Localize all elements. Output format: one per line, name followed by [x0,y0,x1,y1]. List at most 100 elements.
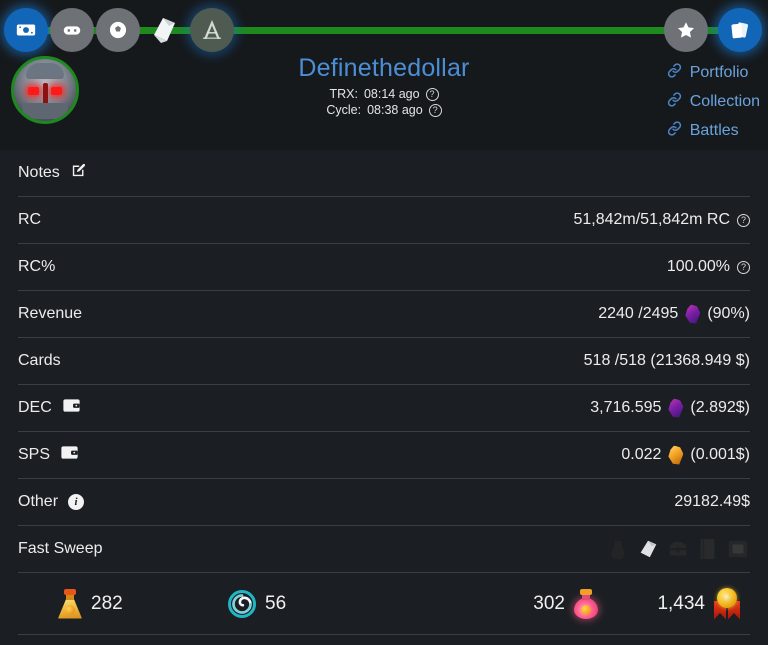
dec-usd: (2.892$) [690,399,750,416]
rc-help-icon[interactable]: ? [737,213,750,227]
link-portfolio[interactable]: Portfolio [666,62,760,84]
cards-label: Cards [18,352,61,369]
ball-gear-icon[interactable] [96,8,140,52]
dec-gem-icon [685,304,701,324]
header-links: Portfolio Collection Battles [666,62,760,149]
row-value: 0.022 (0.001$) [621,445,750,465]
medal-icon [714,587,740,620]
row-value: 29182.49$ [674,493,750,511]
link-battles[interactable]: Battles [666,120,760,142]
row-value: 2240 /2495 (90%) [598,304,750,324]
row-other: Other i 29182.49$ [18,479,750,526]
revenue-percent: (90%) [707,305,750,322]
avatar-plate [26,63,64,79]
sweep-frame-icon[interactable] [726,537,750,561]
row-value: 518 /518 (21368.949 $) [584,352,750,370]
cycle-value: 08:38 ago [367,103,423,117]
row-label: Revenue [18,305,82,323]
info-icon[interactable]: i [68,494,85,510]
link-icon [666,62,683,84]
trx-value: 08:14 ago [363,87,420,101]
link-icon [666,91,683,113]
sweep-pack-icon[interactable] [636,537,660,561]
trx-help-icon[interactable]: ? [425,87,439,101]
page-header: Definethedollar TRX: 08:14 ago ? Cycle: … [0,0,768,150]
sps-gem-icon [668,445,684,465]
cards-icon[interactable] [718,8,762,52]
energy-spiral-icon [228,589,256,618]
sweep-chest-icon[interactable] [666,537,690,561]
dec-gem-icon [668,398,684,418]
card-pack-icon[interactable] [142,8,186,52]
other-label: Other [18,493,59,510]
row-label: Other i [18,493,85,511]
revenue-label: Revenue [18,305,83,322]
sweep-potion-icon[interactable] [606,537,630,561]
pink-potion-icon [574,588,598,619]
row-label: Notes [18,162,87,184]
sps-label: SPS [18,446,51,463]
trx-label: TRX: [329,87,358,101]
stat-legendary-potion[interactable]: 282 [18,588,228,619]
top-nav-strip [0,6,768,54]
dec-value: 3,716.595 [590,399,662,416]
edit-pencil-icon[interactable] [70,162,87,184]
rc-label: RC [18,211,42,228]
wallet-icon[interactable] [62,397,81,419]
page-title[interactable]: Definethedollar [298,54,469,83]
row-rc: RC 51,842m/51,842m RC ? [18,197,750,244]
stat-value: 56 [265,592,287,614]
fast-sweep-icons [606,537,750,561]
row-revenue: Revenue 2240 /2495 (90%) [18,291,750,338]
money-card-icon[interactable] [4,8,48,52]
rc-percent-value: 100.00% [666,258,730,275]
row-cards: Cards 518 /518 (21368.949 $) [18,338,750,385]
stat-value: 282 [91,592,123,614]
stat-value: 1,434 [657,592,705,614]
row-fast-sweep: Fast Sweep [18,526,750,573]
sps-usd: (0.001$) [690,446,750,463]
dec-label: DEC [18,399,52,416]
row-label: SPS [18,444,79,466]
trx-line: TRX: 08:14 ago ? [0,87,768,101]
row-dec: DEC 3,716.595 (2.892$) [18,385,750,432]
cycle-label: Cycle: [326,103,362,117]
other-value: 29182.49$ [674,493,750,510]
row-rc-percent: RC% 100.00% ? [18,244,750,291]
link-label: Battles [689,122,739,139]
gamepad-icon[interactable] [50,8,94,52]
rc-value: 51,842m/51,842m RC [573,211,730,228]
stat-alchemy-potion[interactable]: 302 [418,588,598,619]
stat-energy[interactable]: 56 [228,589,418,618]
link-label: Collection [689,93,760,110]
notes-label: Notes [18,164,60,181]
stat-value: 302 [533,592,565,614]
link-collection[interactable]: Collection [666,91,760,113]
arena-a-icon[interactable] [190,8,234,52]
link-label: Portfolio [689,64,749,81]
row-value: 100.00% ? [667,258,750,276]
row-label: RC% [18,258,55,276]
title-block: Definethedollar TRX: 08:14 ago ? Cycle: … [0,54,768,117]
cards-value: 518 /518 (21368.949 $) [583,352,750,369]
bottom-stats: 282 56 302 1,434 [18,573,750,635]
link-icon [666,120,683,142]
rc-percent-label: RC% [18,258,56,275]
row-value: 51,842m/51,842m RC ? [573,211,750,229]
row-sps: SPS 0.022 (0.001$) [18,432,750,479]
row-notes[interactable]: Notes [18,150,750,197]
rc-percent-help-icon[interactable]: ? [737,260,750,274]
revenue-value: 2240 /2495 [598,305,679,322]
wallet-icon[interactable] [60,444,79,466]
cycle-line: Cycle: 08:38 ago ? [0,103,768,117]
row-label: Cards [18,352,61,370]
cycle-help-icon[interactable]: ? [428,103,442,117]
row-label: DEC [18,397,81,419]
stat-rating-medal[interactable]: 1,434 [598,587,750,620]
row-label: RC [18,211,41,229]
sweep-card-icon[interactable] [696,537,720,561]
star-icon[interactable] [664,8,708,52]
row-label: Fast Sweep [18,540,102,558]
gold-potion-icon [58,588,82,619]
stat-rows: Notes RC 51,842m/51,842m RC ? RC% 100.00… [0,150,768,573]
